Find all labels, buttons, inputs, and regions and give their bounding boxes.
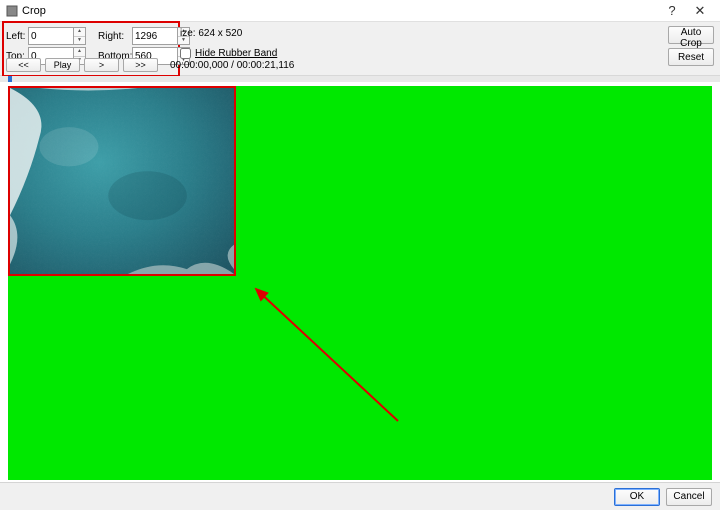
right-input[interactable] (132, 27, 178, 45)
left-spinner[interactable]: ▲▼ (74, 27, 86, 45)
step-button[interactable]: > (84, 58, 119, 72)
timeline[interactable] (0, 76, 720, 82)
forward-button[interactable]: >> (123, 58, 158, 72)
ok-button[interactable]: OK (614, 488, 660, 506)
play-button[interactable]: Play (45, 58, 80, 72)
cancel-button[interactable]: Cancel (666, 488, 712, 506)
right-label: Right: (92, 31, 132, 42)
left-label: Left: (0, 31, 28, 42)
left-input[interactable] (28, 27, 74, 45)
window-title: Crop (22, 5, 658, 17)
controls-panel: Left: ▲▼ Right: ▲▼ Top: ▲▼ Bottom: ▲▼ iz… (0, 22, 720, 76)
close-button[interactable]: ✕ (686, 1, 714, 21)
reset-button[interactable]: Reset (668, 48, 714, 66)
ocean-image (10, 88, 234, 274)
size-value: 624 x 520 (198, 28, 242, 39)
size-info: ize: 624 x 520 (180, 28, 242, 39)
timeline-cursor[interactable] (8, 76, 12, 82)
app-icon (6, 5, 18, 17)
help-button[interactable]: ? (658, 1, 686, 21)
video-preview[interactable] (8, 86, 236, 276)
size-label: ize: (180, 28, 196, 39)
footer: OK Cancel (0, 482, 720, 510)
auto-crop-button[interactable]: Auto Crop (668, 26, 714, 44)
rewind-button[interactable]: << (6, 58, 41, 72)
timecode: 00:00:00,000 / 00:00:21,116 (170, 60, 294, 71)
titlebar: Crop ? ✕ (0, 0, 720, 22)
preview-area (0, 76, 720, 482)
